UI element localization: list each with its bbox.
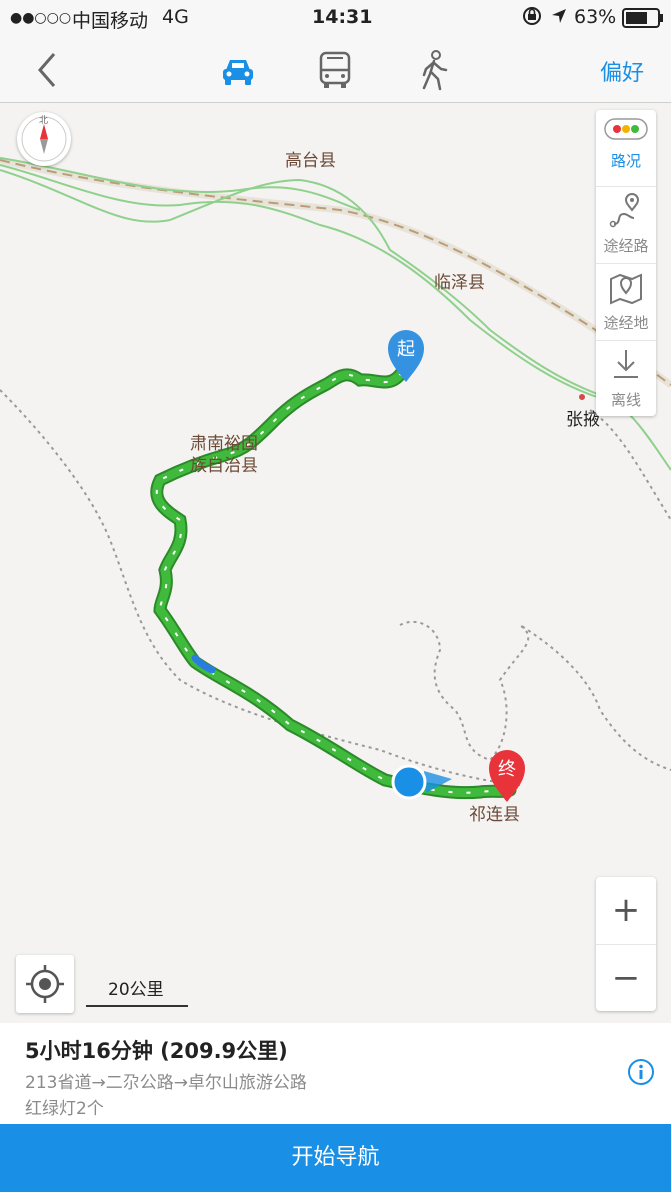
map-view[interactable]: 起 终 高台县 临泽县 张掖 肃南裕固 族自治县 祁连县 bbox=[0, 103, 671, 1023]
compass-north-label: 北 bbox=[39, 116, 49, 126]
map-tools-panel: 路况 途经路 途经地 离线 bbox=[596, 110, 656, 416]
route-summary-panel[interactable]: 5小时16分钟 (209.9公里) 213省道→二尕公路→卓尔山旅游公路 红绿灯… bbox=[0, 1023, 671, 1124]
status-bar: ●●○○○ 中国移动 4G 14:31 63% bbox=[0, 0, 671, 36]
car-icon bbox=[223, 60, 253, 85]
scale-bar: 20公里 bbox=[86, 972, 188, 1010]
route-pin-icon bbox=[609, 193, 640, 228]
end-marker-label: 终 bbox=[498, 759, 516, 780]
info-icon bbox=[628, 1059, 654, 1085]
signal-strength: ●●○○○ bbox=[10, 10, 72, 26]
waypoint-place-label: 途经地 bbox=[603, 314, 649, 332]
rotation-lock-icon bbox=[521, 5, 543, 32]
clock: 14:31 bbox=[312, 6, 373, 28]
route-duration-distance: 5小时16分钟 (209.9公里) bbox=[25, 1039, 288, 1063]
place-label-qilian: 祁连县 bbox=[469, 805, 520, 825]
walk-mode-tab[interactable] bbox=[414, 48, 454, 92]
back-button[interactable] bbox=[28, 50, 68, 90]
city-dot bbox=[579, 394, 585, 400]
location-arrow-icon bbox=[550, 7, 568, 30]
offline-button[interactable]: 离线 bbox=[596, 340, 656, 417]
download-icon bbox=[614, 350, 638, 378]
scale-label: 20公里 bbox=[108, 980, 164, 1000]
start-marker-label: 起 bbox=[397, 339, 415, 360]
traffic-light-icon bbox=[604, 118, 648, 140]
network-type: 4G bbox=[162, 6, 189, 28]
place-label-linze: 临泽县 bbox=[434, 273, 485, 293]
walk-icon bbox=[422, 50, 448, 91]
locate-me-button[interactable] bbox=[16, 955, 74, 1013]
highway bbox=[0, 159, 671, 386]
county-boundary bbox=[589, 409, 671, 521]
scale-line bbox=[86, 1005, 188, 1007]
offline-label: 离线 bbox=[610, 391, 641, 409]
preference-button[interactable]: 偏好 bbox=[600, 55, 644, 87]
place-label-zhangye: 张掖 bbox=[566, 410, 600, 430]
place-label-sunan-line2: 族自治县 bbox=[190, 456, 258, 476]
car-mode-tab[interactable] bbox=[218, 50, 258, 90]
route-mode-bar: 偏好 bbox=[0, 36, 671, 103]
route-info-button[interactable] bbox=[627, 1058, 655, 1086]
map-location-icon bbox=[610, 273, 642, 305]
waypoint-road-button[interactable]: 途经路 bbox=[596, 186, 656, 263]
traffic-label: 路况 bbox=[610, 152, 641, 170]
waypoint-road-label: 途经路 bbox=[603, 237, 649, 255]
route-roads: 213省道→二尕公路→卓尔山旅游公路 bbox=[25, 1073, 307, 1093]
county-boundary bbox=[399, 620, 671, 771]
highway bbox=[0, 156, 671, 388]
waypoint-place-button[interactable]: 途经地 bbox=[596, 263, 656, 340]
start-navigation-button[interactable]: 开始导航 bbox=[0, 1124, 671, 1192]
traffic-toggle[interactable]: 路况 bbox=[596, 110, 656, 186]
zoom-controls: + − bbox=[596, 877, 656, 1011]
zoom-in-button[interactable]: + bbox=[596, 877, 656, 943]
crosshair-icon bbox=[26, 965, 64, 1003]
battery-icon bbox=[622, 8, 664, 33]
carrier-name: 中国移动 bbox=[72, 10, 149, 32]
county-boundary bbox=[0, 389, 521, 786]
bus-mode-tab[interactable] bbox=[315, 48, 355, 92]
place-label-gaotai: 高台县 bbox=[285, 151, 336, 171]
traffic-lights-count: 红绿灯2个 bbox=[25, 1099, 104, 1119]
chevron-left-icon bbox=[38, 53, 56, 87]
current-location-dot bbox=[391, 764, 427, 800]
zoom-out-button[interactable]: − bbox=[596, 944, 656, 1011]
bus-icon bbox=[319, 51, 351, 88]
battery-percent: 63% bbox=[574, 6, 617, 28]
compass-button[interactable]: 北 bbox=[17, 112, 71, 166]
